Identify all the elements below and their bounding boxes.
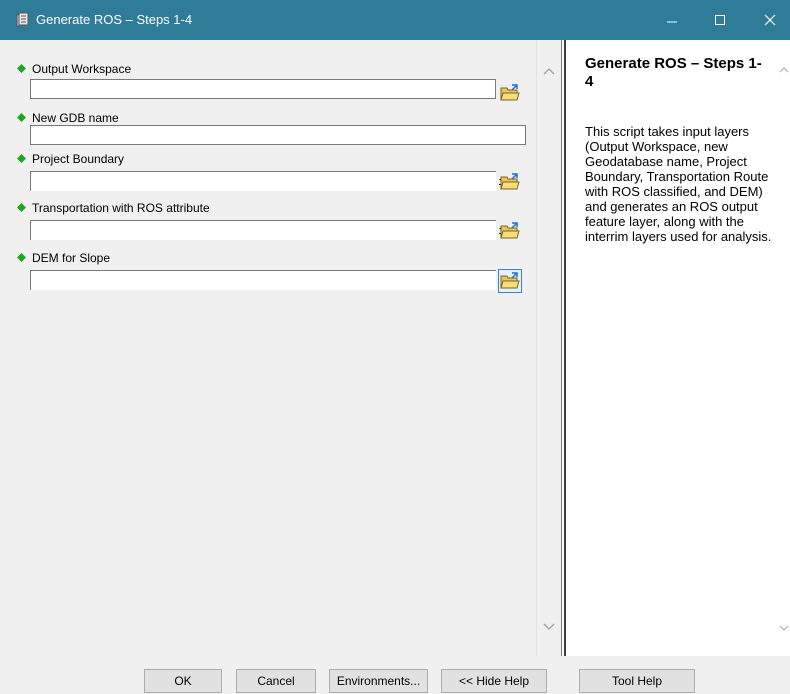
scroll-down-icon[interactable] <box>778 622 790 634</box>
param-label-project-boundary: Project Boundary <box>32 152 125 166</box>
open-folder-icon <box>500 222 520 239</box>
close-button[interactable] <box>750 0 790 40</box>
param-label-output-workspace: Output Workspace <box>32 62 132 76</box>
help-body: This script takes input layers (Output W… <box>585 124 772 244</box>
scroll-down-icon[interactable] <box>541 618 557 634</box>
environments-button[interactable]: Environments... <box>329 669 428 693</box>
required-parameter-icon <box>17 113 26 122</box>
minimize-icon <box>667 21 677 23</box>
help-title: Generate ROS – Steps 1-4 <box>585 55 762 90</box>
required-parameter-icon <box>17 154 26 163</box>
open-folder-icon <box>500 84 520 101</box>
required-parameter-icon <box>17 253 26 262</box>
help-panel: Generate ROS – Steps 1-4 This script tak… <box>566 40 778 656</box>
close-icon <box>764 14 776 26</box>
dem-for-slope-dropdown[interactable] <box>30 270 507 290</box>
open-folder-icon <box>500 173 520 190</box>
param-label-new-gdb-name: New GDB name <box>32 111 119 125</box>
scroll-up-icon[interactable] <box>778 64 790 76</box>
ok-button[interactable]: OK <box>144 669 222 693</box>
transportation-browse-button[interactable] <box>498 219 522 243</box>
required-parameter-icon <box>17 64 26 73</box>
param-label-transportation: Transportation with ROS attribute <box>32 201 210 215</box>
parameters-panel: Output Workspace New GDB name Project Bo… <box>8 40 536 656</box>
hide-help-button[interactable]: << Hide Help <box>441 669 547 693</box>
project-boundary-dropdown[interactable] <box>30 171 507 191</box>
tool-help-button[interactable]: Tool Help <box>579 669 695 693</box>
parameters-scrollbar[interactable] <box>536 40 561 656</box>
minimize-button[interactable] <box>652 0 692 40</box>
cancel-button[interactable]: Cancel <box>236 669 316 693</box>
transportation-dropdown[interactable] <box>30 220 507 240</box>
output-workspace-input[interactable] <box>30 79 496 99</box>
project-boundary-browse-button[interactable] <box>498 170 522 194</box>
script-tool-icon <box>16 12 29 27</box>
required-parameter-icon <box>17 203 26 212</box>
help-scrollbar[interactable] <box>778 40 790 656</box>
window-title: Generate ROS – Steps 1-4 <box>36 12 193 27</box>
scroll-up-icon[interactable] <box>541 64 557 80</box>
output-workspace-browse-button[interactable] <box>498 81 522 105</box>
title-bar: Generate ROS – Steps 1-4 <box>0 0 790 40</box>
open-folder-icon <box>500 272 520 289</box>
maximize-icon <box>715 15 725 25</box>
new-gdb-name-input[interactable] <box>30 125 526 145</box>
maximize-button[interactable] <box>700 0 740 40</box>
dem-for-slope-browse-button[interactable] <box>498 269 522 293</box>
param-label-dem-for-slope: DEM for Slope <box>32 251 111 265</box>
button-bar: OK Cancel Environments... << Hide Help T… <box>0 656 790 694</box>
